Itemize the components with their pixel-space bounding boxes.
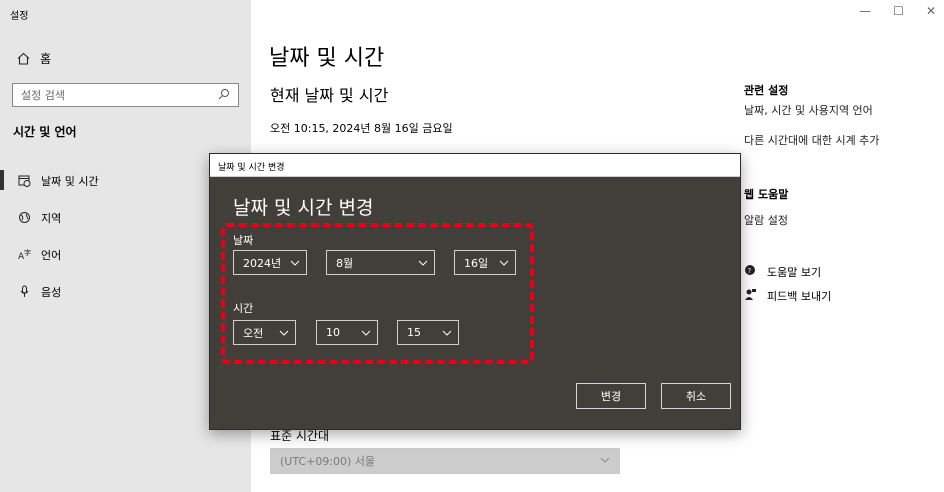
web-help-heading: 웹 도움말: [744, 188, 789, 201]
related-link-add-clock[interactable]: 다른 시간대에 대한 시계 추가: [744, 132, 879, 148]
microphone-icon: [17, 285, 31, 299]
timezone-select[interactable]: (UTC+09:00) 서울: [270, 448, 620, 474]
feedback-link-label: 피드백 보내기: [767, 290, 832, 303]
page-title: 날짜 및 시간: [269, 46, 385, 71]
maximize-button[interactable]: ☐: [893, 4, 904, 18]
svg-text:?: ?: [748, 267, 752, 275]
help-link[interactable]: ? 도움말 보기: [744, 264, 821, 280]
globe-icon: [17, 211, 31, 225]
highlight-box: [221, 223, 534, 364]
svg-text:字: 字: [24, 248, 31, 257]
home-label: 홈: [40, 52, 52, 66]
sidebar-item-label: 날짜 및 시간: [41, 174, 99, 188]
dialog-titlebar: 날짜 및 시간 변경: [210, 154, 740, 177]
current-datetime: 오전 10:15, 2024년 8월 16일 금요일: [270, 122, 453, 135]
calendar-clock-icon: [17, 174, 31, 188]
change-button[interactable]: 변경: [576, 383, 646, 409]
related-link-region-language[interactable]: 날짜, 시간 및 사용지역 언어: [744, 102, 873, 118]
window-controls: — ☐ ✕: [859, 4, 936, 18]
search-icon: [218, 88, 230, 103]
close-button[interactable]: ✕: [926, 4, 936, 18]
sidebar-home[interactable]: 홈: [16, 50, 51, 67]
sidebar-item-label: 언어: [41, 248, 62, 262]
sidebar-item-label: 음성: [41, 285, 62, 299]
search-placeholder: 설정 검색: [21, 89, 65, 102]
home-icon: [16, 52, 30, 66]
web-help-link[interactable]: 알람 설정: [744, 212, 788, 228]
timezone-value: (UTC+09:00) 서울: [280, 455, 376, 468]
feedback-icon: [744, 288, 757, 304]
change-datetime-dialog: 날짜 및 시간 변경 날짜 및 시간 변경 날짜 2024년 8월 16일 시간…: [209, 153, 741, 430]
help-link-label: 도움말 보기: [767, 266, 822, 279]
language-icon: A字: [17, 248, 31, 262]
section-title: 시간 및 언어: [13, 125, 77, 139]
search-input[interactable]: 설정 검색: [12, 83, 239, 107]
app-title: 설정: [10, 11, 29, 22]
chevron-down-icon: [600, 455, 610, 468]
help-chat-icon: ?: [744, 264, 757, 280]
related-settings-heading: 관련 설정: [744, 84, 789, 97]
section-subtitle: 현재 날짜 및 시간: [270, 86, 389, 105]
dialog-heading: 날짜 및 시간 변경: [233, 197, 374, 219]
sidebar-item-label: 지역: [41, 211, 62, 225]
cancel-button[interactable]: 취소: [661, 383, 731, 409]
feedback-link[interactable]: 피드백 보내기: [744, 288, 831, 304]
minimize-button[interactable]: —: [859, 4, 871, 18]
